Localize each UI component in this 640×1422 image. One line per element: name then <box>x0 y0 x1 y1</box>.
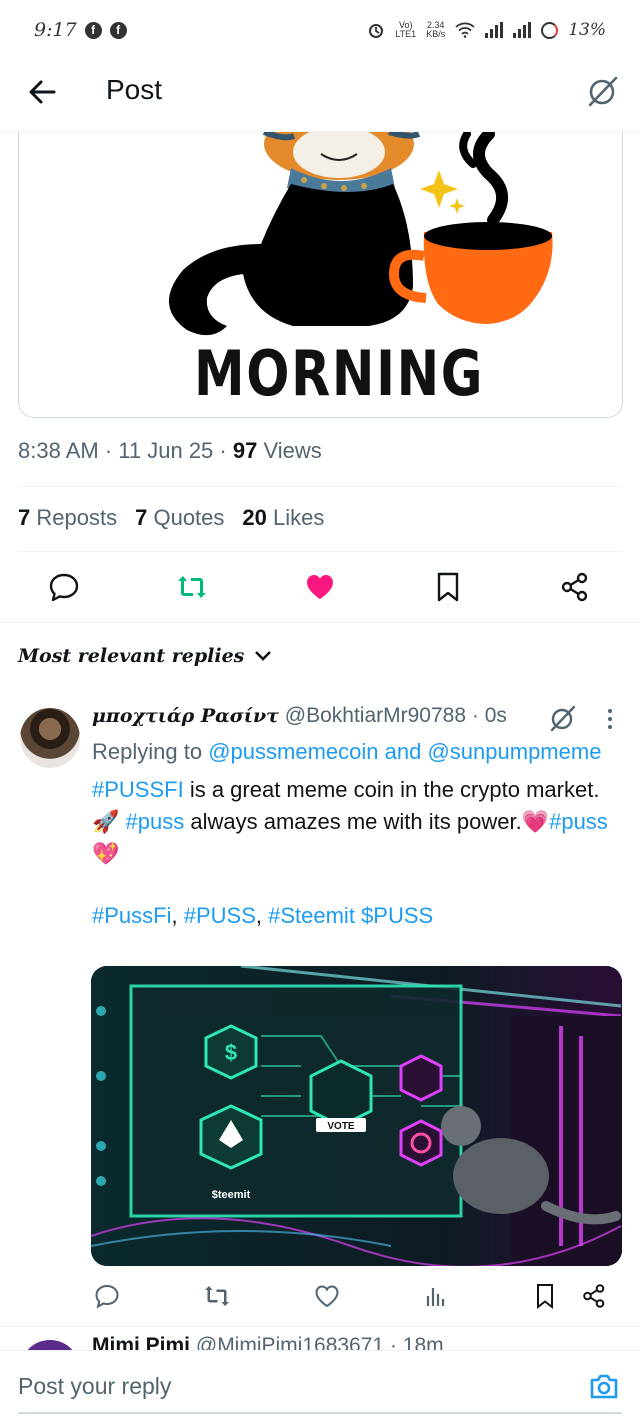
views-count: 97 <box>232 438 258 463</box>
share-icon[interactable] <box>580 1282 608 1310</box>
reply-hashtags: #PussFi, #PUSS, #Steemit $PUSS <box>92 903 434 928</box>
reply-image[interactable]: $ $teemit VOTE <box>91 966 622 1266</box>
reply-header: μποχτιάρ Ρασίντ @BokhtiarMr90788 · 0s <box>92 704 507 727</box>
hashtag-link[interactable]: #PussFi <box>92 903 171 928</box>
signal-icon <box>485 22 504 38</box>
reply-time: 0s <box>484 704 507 727</box>
reply-icon[interactable] <box>47 570 81 604</box>
post-date: 11 Jun 25 <box>118 438 214 463</box>
facebook-icon: f <box>109 21 127 39</box>
hashtag-link[interactable]: #Steemit <box>268 903 355 928</box>
wifi-icon <box>455 22 475 38</box>
dollar-label: $ <box>225 1040 237 1065</box>
repost-icon[interactable] <box>175 570 209 604</box>
crypto-cat-illustration: $ $teemit VOTE <box>91 966 622 1266</box>
replying-to: Replying to @pussmemecoin and @sunpumpme… <box>92 739 602 764</box>
next-reply-preview[interactable]: Mimi Pimi @MimiPimi1683671 · 18m <box>0 1328 640 1352</box>
battery-percent: 13% <box>568 20 606 40</box>
reposts-stat[interactable]: 7 Reposts <box>18 505 117 531</box>
divider <box>18 551 622 552</box>
clock: 9:17 <box>34 19 77 41</box>
hashtag-link[interactable]: #puss <box>549 809 608 834</box>
reply-input[interactable]: Post your reply <box>18 1373 171 1400</box>
bookmark-icon[interactable] <box>431 570 465 604</box>
vote-label: VOTE <box>327 1121 355 1132</box>
top-bar: Post <box>0 60 640 132</box>
views-label: Views <box>263 438 322 463</box>
post-action-bar <box>0 562 640 612</box>
page-title: Post <box>106 74 163 105</box>
post-meta: 8:38 AM · 11 Jun 25 · 97 Views <box>18 438 322 463</box>
repost-icon[interactable] <box>203 1282 231 1310</box>
reply-icon[interactable] <box>93 1282 121 1310</box>
signal-icon <box>513 22 532 38</box>
reply-body: Replying to @pussmemecoin and @sunpumpme… <box>92 736 622 932</box>
mention-link[interactable]: @sunpumpmeme <box>427 739 601 764</box>
hashtag-link[interactable]: #PUSSFI <box>92 777 184 802</box>
hashtag-link[interactable]: #PUSS <box>184 903 256 928</box>
hashtag-link[interactable]: #puss <box>126 809 185 834</box>
cashtag-link[interactable]: $PUSS <box>361 903 433 928</box>
divider <box>0 1326 640 1327</box>
grok-icon[interactable] <box>548 703 578 733</box>
reply-author-handle[interactable]: @BokhtiarMr90788 <box>285 704 466 727</box>
divider <box>0 622 640 623</box>
network-speed: 2.34 KB/s <box>426 20 446 39</box>
reply-text: #PUSSFI is a great meme coin in the cryp… <box>92 777 608 866</box>
post-time: 8:38 AM <box>18 438 99 463</box>
replies-sort-dropdown[interactable]: Most relevant replies <box>18 645 272 667</box>
battery-icon <box>541 21 559 39</box>
reply-action-bar <box>0 1278 640 1314</box>
replies-sort-label: Most relevant replies <box>18 645 245 667</box>
quotes-stat[interactable]: 7 Quotes <box>135 505 224 531</box>
mention-link[interactable]: @pussmemecoin <box>208 739 378 764</box>
like-icon[interactable] <box>303 570 337 604</box>
volte-indicator: Vo) LTE1 <box>395 20 417 39</box>
camera-icon[interactable] <box>588 1371 620 1401</box>
post-image[interactable]: MORNING <box>18 132 623 418</box>
avatar[interactable] <box>20 708 80 768</box>
reply-composer: Post your reply <box>0 1350 640 1422</box>
status-bar: 9:17 f f Vo) LTE1 2.34 KB/s 13% <box>0 0 640 60</box>
views-icon[interactable] <box>422 1282 450 1310</box>
grok-icon[interactable] <box>586 74 620 108</box>
composer-underline <box>18 1412 622 1414</box>
image-caption: MORNING <box>194 337 485 410</box>
divider <box>18 486 622 487</box>
post-stats: 7 Reposts 7 Quotes 20 Likes <box>18 505 324 531</box>
status-right: Vo) LTE1 2.34 KB/s 13% <box>367 20 606 40</box>
alarm-icon <box>369 24 384 38</box>
steemit-label: $teemit <box>212 1189 251 1201</box>
back-arrow-icon[interactable] <box>24 74 60 110</box>
reply-author-name[interactable]: μποχτιάρ Ρασίντ <box>92 705 279 727</box>
bookmark-icon[interactable] <box>531 1282 559 1310</box>
chevron-down-icon <box>255 651 272 661</box>
share-icon[interactable] <box>558 570 592 604</box>
facebook-icon: f <box>84 21 102 39</box>
more-options-icon[interactable] <box>600 706 620 732</box>
likes-stat[interactable]: 20 Likes <box>242 505 324 531</box>
status-left: 9:17 f f <box>34 19 127 41</box>
like-icon[interactable] <box>313 1282 341 1310</box>
